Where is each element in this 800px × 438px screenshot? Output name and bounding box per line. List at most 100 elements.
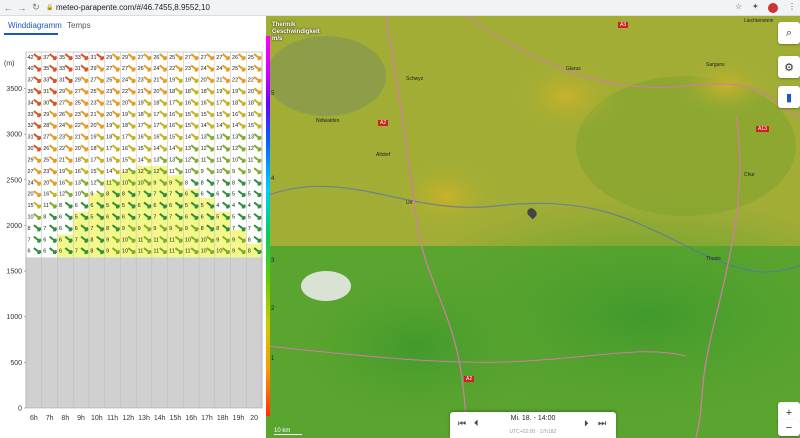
wind-speed-label: 8 xyxy=(43,215,46,221)
wind-speed-label: 5 xyxy=(75,215,78,221)
wind-speed-label: 19 xyxy=(185,78,191,84)
lock-icon: 🔒 xyxy=(46,5,54,11)
wind-speed-label: 19 xyxy=(216,89,222,95)
wind-speed-label: 15 xyxy=(90,169,96,175)
chart-button[interactable]: ▮ xyxy=(778,86,800,108)
wind-speed-label: 16 xyxy=(59,180,65,186)
wind-speed-label: 14 xyxy=(201,123,207,129)
wind-speed-label: 12 xyxy=(216,146,222,152)
wind-speed-label: 7 xyxy=(75,237,78,243)
wind-speed-label: 6 xyxy=(216,192,219,198)
panel-tabs: Winddiagramm Temps xyxy=(0,16,266,36)
wind-speed-label: 31 xyxy=(59,78,65,84)
wind-speed-label: 12 xyxy=(201,146,207,152)
wind-speed-label: 24 xyxy=(153,66,159,72)
wind-speed-label: 8 xyxy=(90,237,93,243)
zoom-out-button[interactable]: − xyxy=(778,420,800,436)
back-icon[interactable]: ← xyxy=(2,3,14,13)
terrain-map[interactable] xyxy=(266,16,800,438)
wind-speed-label: 5 xyxy=(201,203,204,209)
wind-speed-label: 20 xyxy=(201,78,207,84)
search-button[interactable]: ⌕ xyxy=(778,22,800,44)
wind-speed-label: 6 xyxy=(59,215,62,221)
wind-speed-label: 18 xyxy=(232,100,238,106)
wind-speed-label: 27 xyxy=(90,78,96,84)
browser-toolbar: ← → ↻ 🔒 meteo-parapente.com/#/46.7455,8.… xyxy=(0,0,800,16)
wind-speed-label: 18 xyxy=(90,146,96,152)
wind-speed-label: 19 xyxy=(138,100,144,106)
wind-speed-label: 35 xyxy=(43,66,49,72)
wind-speed-label: 6 xyxy=(28,249,31,255)
colorbar-tick: 3 xyxy=(271,258,275,264)
wind-speed-label: 21 xyxy=(106,100,112,106)
wind-speed-label: 16 xyxy=(248,112,254,118)
tab-winddiagramm[interactable]: Winddiagramm xyxy=(8,21,62,30)
layer-settings-button[interactable]: ⚙ xyxy=(778,56,800,78)
map-scale: 10 km xyxy=(274,428,302,435)
colorbar-ticks: 5 4 3 2 1 xyxy=(270,36,278,416)
tab-temps[interactable]: Temps xyxy=(67,21,91,30)
wind-speed-label: 7 xyxy=(248,180,251,186)
active-tab-indicator xyxy=(4,33,58,35)
wind-speed-label: 8 xyxy=(90,249,93,255)
x-tick-label: 12h xyxy=(122,415,134,422)
wind-speed-label: 5 xyxy=(248,192,251,198)
wind-speed-label: 25 xyxy=(90,89,96,95)
extensions-icon[interactable]: ✦ xyxy=(752,2,759,11)
y-axis-label: (m) xyxy=(4,61,15,68)
wind-speed-label: 16 xyxy=(122,146,128,152)
wind-speed-label: 8 xyxy=(185,180,188,186)
ground-area xyxy=(26,257,262,408)
wind-speed-label: 16 xyxy=(232,112,238,118)
x-tick-label: 19h xyxy=(233,415,245,422)
wind-speed-label: 23 xyxy=(43,169,49,175)
place-label: Altdorf xyxy=(376,152,391,158)
wind-speed-label: 13 xyxy=(185,146,191,152)
wind-speed-label: 10 xyxy=(201,249,207,255)
wind-speed-label: 9 xyxy=(153,180,156,186)
forward-icon[interactable]: → xyxy=(16,3,28,13)
x-tick-label: 6h xyxy=(30,415,38,422)
star-icon[interactable]: ☆ xyxy=(735,2,742,11)
last-frame-icon[interactable]: ⏭ xyxy=(598,418,606,429)
map-view[interactable]: Sargans Glarus Chur Thusis Schwyz Altdor… xyxy=(266,16,800,438)
wind-speed-label: 20 xyxy=(122,100,128,106)
wind-speed-label: 29 xyxy=(106,55,112,61)
browser-menu-icon[interactable]: ⋮ xyxy=(788,2,796,11)
wind-speed-label: 16 xyxy=(138,135,144,141)
next-frame-icon[interactable]: ⏵ xyxy=(584,418,589,429)
avatar[interactable] xyxy=(768,3,778,13)
wind-speed-label: 10 xyxy=(216,169,222,175)
wind-speed-label: 8 xyxy=(248,237,251,243)
wind-speed-label: 24 xyxy=(216,66,222,72)
wind-diagram-svg: 0500100015002000250030003500(m)42 37 35 33 3… xyxy=(4,51,263,422)
wind-speed-label: 26 xyxy=(138,66,144,72)
wind-speed-label: 6 xyxy=(43,249,46,255)
wind-speed-label: 26 xyxy=(232,55,238,61)
wind-speed-label: 24 xyxy=(28,180,34,186)
reload-icon[interactable]: ↻ xyxy=(30,2,42,13)
colorbar-tick: 4 xyxy=(271,176,275,182)
wind-speed-label: 11 xyxy=(153,237,159,243)
x-tick-label: 18h xyxy=(217,415,229,422)
y-tick-label: 3500 xyxy=(6,86,22,93)
wind-speed-label: 28 xyxy=(43,123,49,129)
wind-speed-label: 27 xyxy=(106,66,112,72)
wind-speed-label: 7 xyxy=(153,215,156,221)
wind-speed-label: 19 xyxy=(59,169,65,175)
map-title-line: Geschwindigkeit xyxy=(272,29,320,35)
wind-speed-label: 21 xyxy=(138,89,144,95)
wind-speed-label: 15 xyxy=(28,203,34,209)
wind-speed-label: 15 xyxy=(201,112,207,118)
wind-speed-label: 12 xyxy=(138,169,144,175)
wind-speed-label: 17 xyxy=(122,135,128,141)
wind-speed-label: 19 xyxy=(169,78,175,84)
wind-speed-label: 14 xyxy=(169,146,175,152)
wind-speed-label: 13 xyxy=(153,157,159,163)
wind-speed-label: 7 xyxy=(28,237,31,243)
wind-speed-label: 9 xyxy=(185,226,188,232)
time-control: ⏮ ⏴ Mi. 18. - 14:00 UTC+02:00 · 17h18Z ⏵… xyxy=(450,412,616,438)
address-bar[interactable]: meteo-parapente.com/#/46.7455,8.9552,10 xyxy=(56,3,210,12)
wind-speed-label: 11 xyxy=(248,157,254,163)
wind-speed-label: 5 xyxy=(122,203,125,209)
